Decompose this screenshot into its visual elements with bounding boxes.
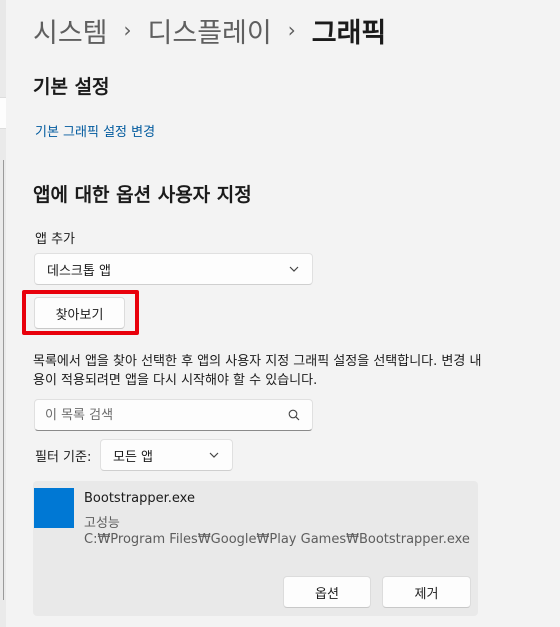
page-title: 그래픽 [311,17,387,49]
breadcrumb-item-system[interactable]: 시스템 [33,11,108,50]
chevron-down-icon [208,449,220,461]
filter-dropdown[interactable]: 모든 앱 [100,439,233,471]
app-path: C:₩Program Files₩Google₩Play Games₩Boots… [84,532,470,547]
chevron-down-icon [288,263,300,275]
nav-rail-segment [0,0,6,60]
breadcrumb-item-display[interactable]: 디스플레이 [148,11,272,50]
app-list-description: 목록에서 앱을 찾아 선택한 후 앱의 사용자 지정 그래픽 설정을 선택합니다… [33,354,482,388]
search-icon [288,406,300,425]
app-list-item[interactable]: Bootstrapper.exe 고성능 C:₩Program Files₩Go… [33,481,478,616]
app-graphics-preference: 고성능 [84,516,120,531]
filter-label: 필터 기준: [35,450,92,465]
navigation-rail-edge [0,0,6,627]
app-list-search-box[interactable] [34,399,313,431]
filter-selected-value: 모든 앱 [113,449,154,465]
app-icon [34,488,74,528]
browse-button[interactable]: 찾아보기 [34,297,125,329]
search-input[interactable] [45,407,265,423]
app-name: Bootstrapper.exe [84,491,195,506]
app-type-selected-value: 데스크톱 앱 [47,263,111,279]
breadcrumb-separator: › [287,18,296,42]
options-button[interactable]: 옵션 [283,576,371,608]
app-type-dropdown[interactable]: 데스크톱 앱 [34,253,313,285]
nav-rail-selected-item[interactable] [0,97,6,129]
change-default-graphics-link[interactable]: 기본 그래픽 설정 변경 [35,121,155,140]
section-heading-custom-options: 앱에 대한 옵션 사용자 지정 [33,184,252,206]
nav-rail-divider [3,160,4,600]
breadcrumb-separator: › [123,18,132,42]
breadcrumb: 시스템 › 디스플레이 › 그래픽 [33,10,386,50]
remove-button[interactable]: 제거 [382,576,471,608]
add-app-label: 앱 추가 [35,232,76,247]
section-heading-basic-settings: 기본 설정 [33,76,110,98]
